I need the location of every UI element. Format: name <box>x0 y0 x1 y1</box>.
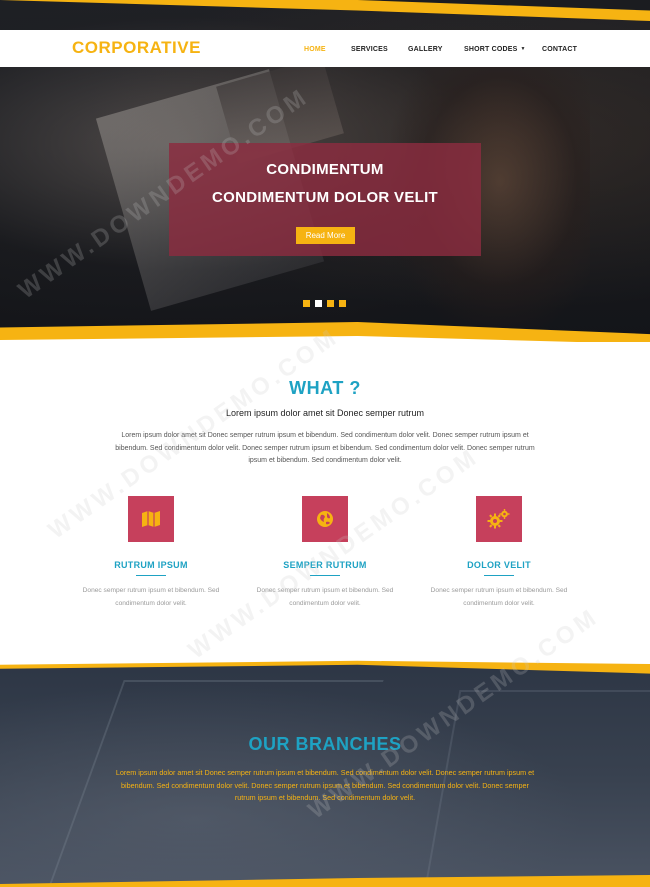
what-section-title: WHAT ? <box>289 378 361 398</box>
hero-title-line1: CONDIMENTUM <box>266 161 384 178</box>
feature-text-1: Donec semper rutrum ipsum et bibendum. S… <box>82 587 220 607</box>
what-section-subtitle: Lorem ipsum dolor amet sit Donec semper … <box>225 408 425 418</box>
nav-item-short-codes[interactable]: SHORT CODES ▼ <box>464 46 526 53</box>
feature-underline-1 <box>136 575 166 576</box>
nav-item-contact[interactable]: CONTACT <box>542 46 577 53</box>
feature-text-3: Donec semper rutrum ipsum et bibendum. S… <box>430 587 568 607</box>
hero-title-line2: CONDIMENTUM DOLOR VELIT <box>211 189 439 206</box>
feature-underline-2 <box>310 575 340 576</box>
what-section-paragraph: Lorem ipsum dolor amet sit Donec semper … <box>115 432 535 465</box>
feature-text-2: Donec semper rutrum ipsum et bibendum. S… <box>256 587 394 607</box>
gears-icon <box>487 509 510 529</box>
feature-title-3: DOLOR VELIT <box>467 560 531 570</box>
slider-dot-3[interactable] <box>327 300 334 307</box>
feature-underline-3 <box>484 575 514 576</box>
nav-item-short-codes-label: SHORT CODES <box>464 46 518 53</box>
watermark-3: WWW.DOWNDEMO.COM <box>183 442 484 665</box>
branches-section-title: OUR BRANCHES <box>248 734 402 754</box>
slider-dot-1[interactable] <box>303 300 310 307</box>
feature-icon-box-2 <box>302 496 348 542</box>
nav-item-home[interactable]: HOME <box>304 46 326 53</box>
feature-title-2: SEMPER RUTRUM <box>283 560 367 570</box>
site-logo[interactable]: CORPORATIVE <box>72 38 201 58</box>
feature-icon-box-3 <box>476 496 522 542</box>
branches-section: OUR BRANCHES Lorem ipsum dolor amet sit … <box>0 660 650 887</box>
slider-dot-2[interactable] <box>315 300 322 307</box>
map-icon <box>142 511 160 527</box>
branches-section-paragraph: Lorem ipsum dolor amet sit Donec semper … <box>115 768 535 803</box>
nav-item-services[interactable]: SERVICES <box>351 46 388 53</box>
feature-icon-box-1 <box>128 496 174 542</box>
globe-icon <box>317 511 333 527</box>
caret-down-icon: ▼ <box>520 46 526 52</box>
nav-item-gallery[interactable]: GALLERY <box>408 46 443 53</box>
feature-title-1: RUTRUM IPSUM <box>114 560 188 570</box>
read-more-button[interactable]: Read More <box>296 227 355 244</box>
slider-dot-4[interactable] <box>339 300 346 307</box>
navbar: CORPORATIVE HOME SERVICES GALLERY SHORT … <box>0 30 650 67</box>
hero-banner-card: CONDIMENTUM CONDIMENTUM DOLOR VELIT Read… <box>169 143 481 256</box>
